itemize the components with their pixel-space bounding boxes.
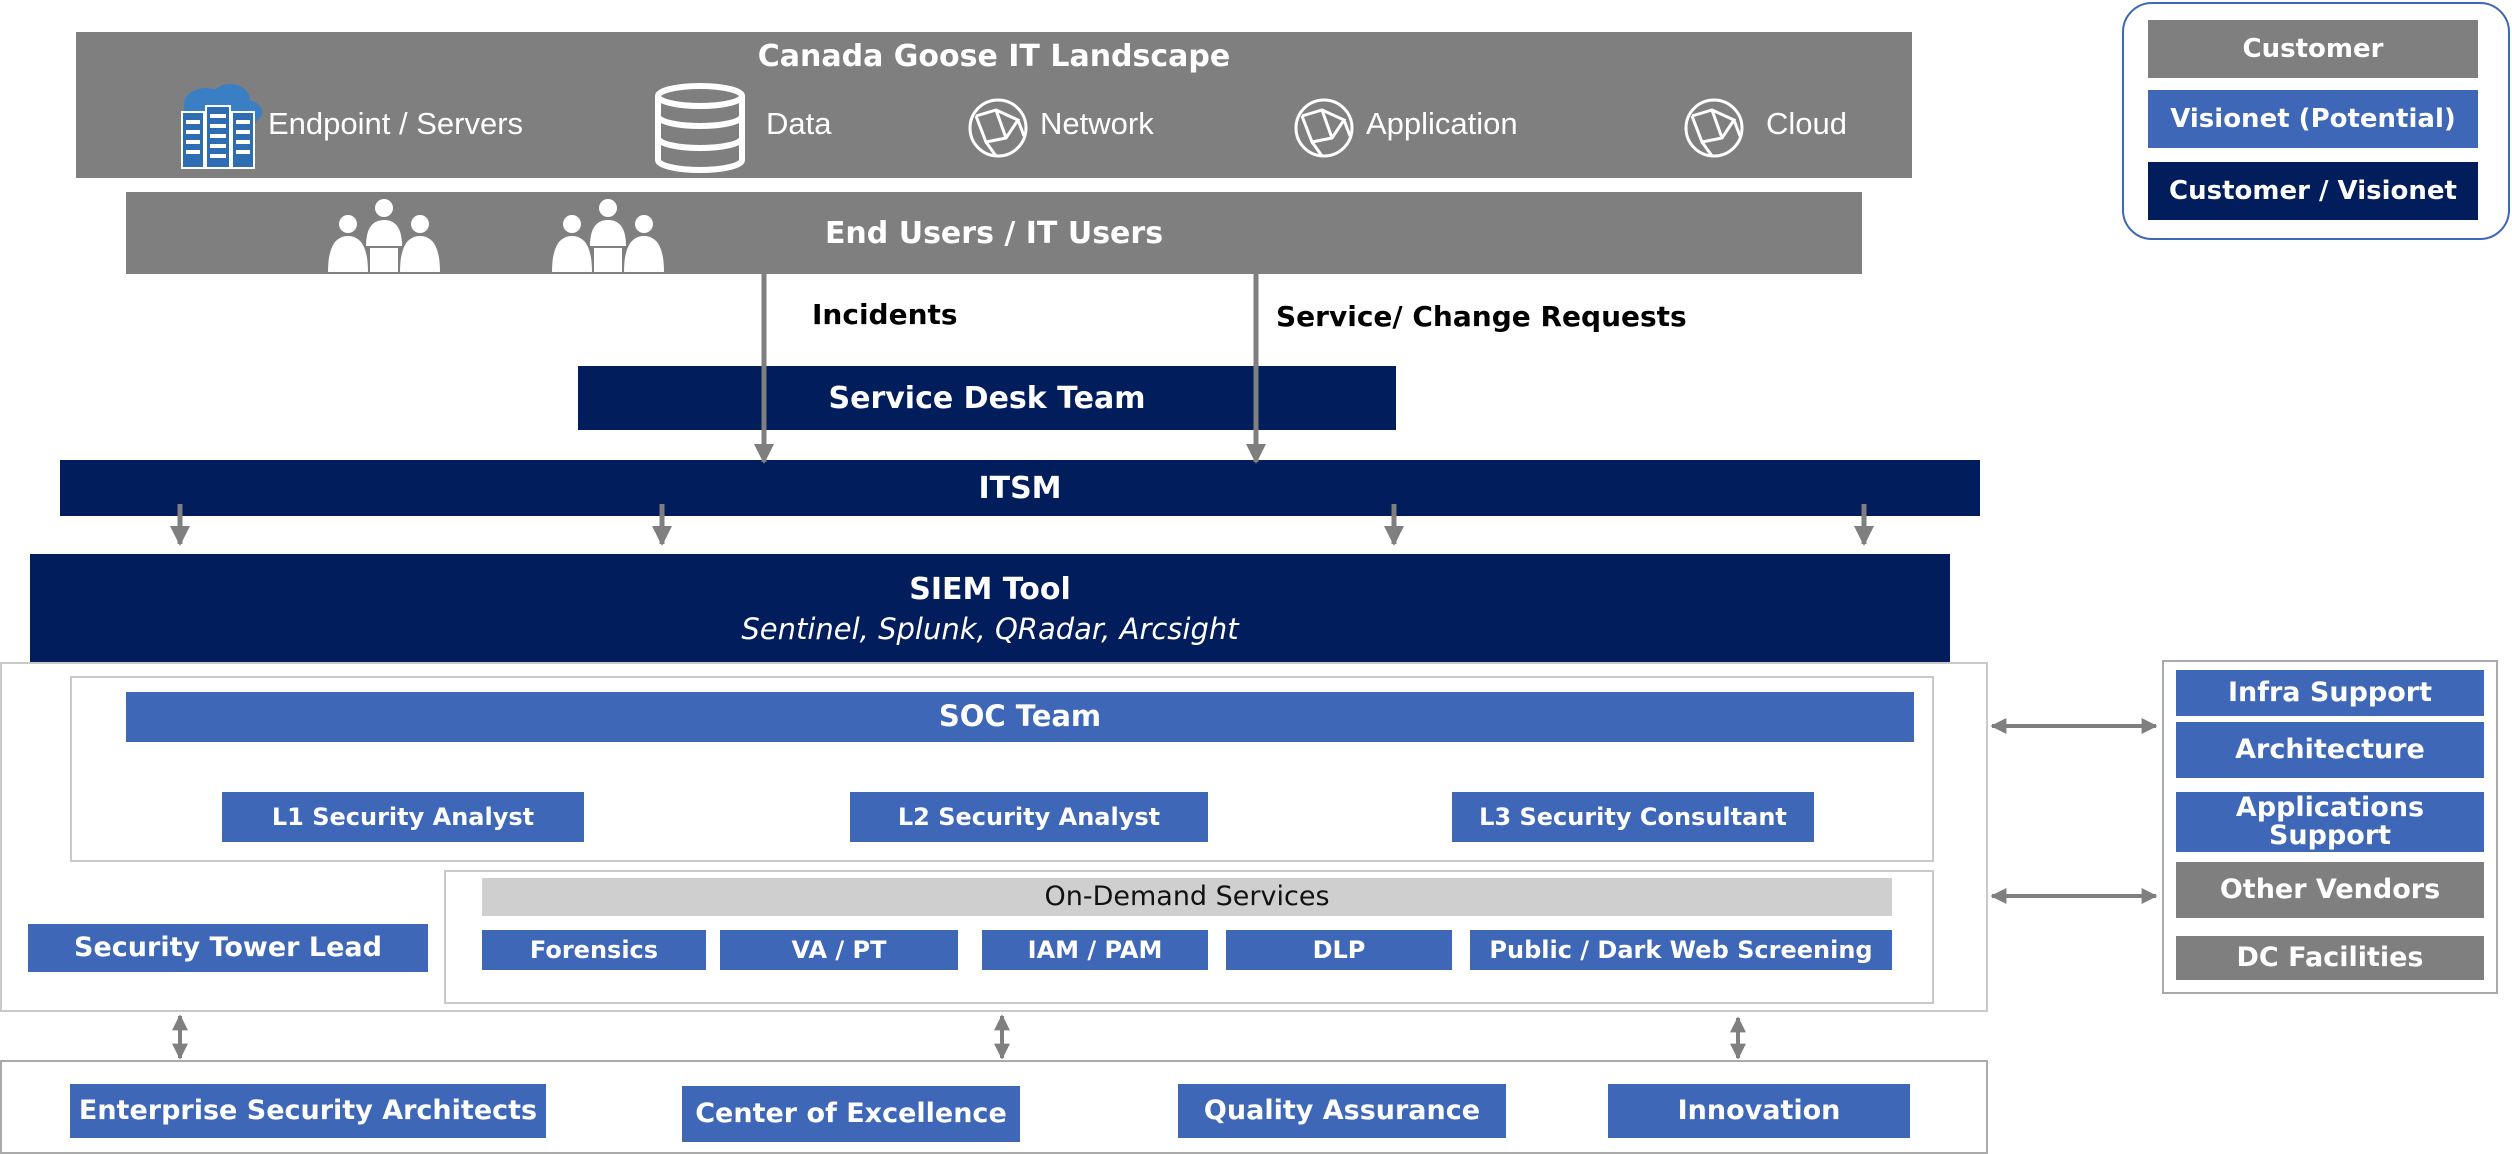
connector-lines [170,274,2158,1060]
